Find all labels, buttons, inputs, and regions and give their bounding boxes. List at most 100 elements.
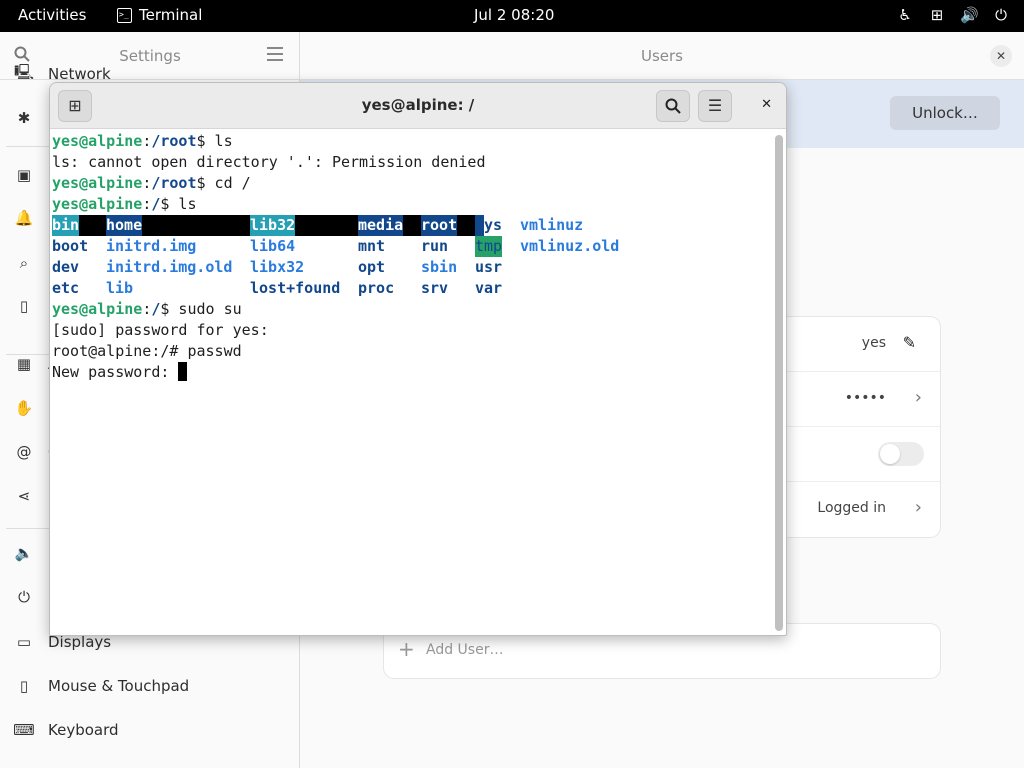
network-icon: 🖳 (13, 62, 34, 81)
terminal-line: yes@alpine:/root$ ls (52, 131, 772, 152)
search-icon (665, 98, 681, 114)
network-icon[interactable]: ⊞ (928, 6, 946, 24)
prompt-command: $ ls (160, 195, 197, 213)
ls-entry: home (106, 215, 143, 236)
text-cursor (178, 362, 188, 381)
power-icon[interactable]: ⏻ (992, 6, 1010, 24)
power-icon: ⏻ (18, 588, 30, 606)
background-icon: ▣ (16, 166, 32, 184)
sidebar-item-label: Keyboard (48, 721, 119, 739)
chevron-right-icon: › (914, 387, 922, 408)
sharing-icon: ⋖ (17, 487, 31, 505)
prompt-separator: : (142, 132, 152, 150)
terminal-line: yes@alpine:/$ ls (52, 194, 772, 215)
ls-entry: tmp (475, 236, 503, 257)
ls-entry: lost+found (250, 279, 341, 297)
ls-output: bin home lib32 media root sys vmlinuz boot initr… (52, 215, 772, 299)
sidebar-item-keyboard[interactable]: ⌨ Keyboard (0, 708, 300, 752)
sidebar-item-mouse-touchpad[interactable]: ▯ Mouse & Touchpad (0, 664, 300, 708)
system-tray[interactable]: ♿ ⊞ 🔊 ⏻ (896, 6, 1010, 24)
terminal-line: root@alpine:/# passwd (52, 342, 242, 360)
scrollbar[interactable] (775, 135, 783, 631)
keyboard-icon: ⌨ (13, 721, 35, 739)
prompt-separator: : (142, 195, 152, 213)
plus-icon: + (398, 637, 415, 661)
volume-icon[interactable]: 🔊 (960, 6, 979, 24)
ls-entry: run (421, 237, 449, 255)
close-icon[interactable]: ✕ (990, 45, 1012, 67)
ls-entry: lib (106, 279, 134, 297)
ls-entry: bin (52, 215, 80, 236)
app-name: Terminal (139, 6, 203, 24)
terminal-line: [sudo] password for yes: (52, 321, 269, 339)
terminal-output[interactable]: yes@alpine:/root$ ls ls: cannot open dire… (52, 130, 772, 634)
app-menu[interactable]: >_ Terminal (117, 6, 202, 24)
prompt-dir: /root (151, 132, 197, 150)
add-user-label: Add User… (426, 642, 504, 658)
prompt-user: yes@alpine (52, 174, 143, 192)
ls-entry: usr (475, 258, 503, 276)
search-icon: ⌕ (19, 254, 29, 272)
prompt-command: $ cd / (196, 174, 251, 192)
prompt-command: $ sudo su (160, 300, 242, 318)
ls-entry: mnt (358, 237, 386, 255)
ls-entry: initrd.img.old (106, 258, 233, 276)
displays-icon: ▭ (16, 633, 32, 651)
ls-entry: proc (358, 279, 395, 297)
main-header: Users ✕ (300, 32, 1024, 80)
notifications-icon: 🔔 (14, 209, 34, 227)
login-status: Logged in (817, 500, 886, 516)
terminal-line: yes@alpine:/root$ cd / (52, 173, 772, 194)
online-accounts-icon: @ (16, 443, 32, 461)
activities-button[interactable]: Activities (18, 6, 86, 24)
ls-entry: srv (421, 279, 449, 297)
terminal-line: yes@alpine:/$ sudo su (52, 299, 772, 320)
prompt-command: $ ls (196, 132, 233, 150)
terminal-line: ls: cannot open directory '.': Permissio… (52, 153, 486, 171)
terminal-window[interactable]: ⊞ yes@alpine: / ☰ ✕ yes@alpine:/root$ ls… (49, 82, 787, 636)
menu-button[interactable]: ☰ (698, 90, 732, 122)
automatic-login-toggle[interactable] (878, 442, 924, 466)
prompt-user: yes@alpine (52, 300, 143, 318)
ls-entry: sbin (421, 258, 458, 276)
unlock-button[interactable]: Unlock… (890, 96, 1000, 130)
ls-entry: libx32 (250, 258, 305, 276)
multitasking-icon: ▯ (19, 297, 29, 315)
sidebar-item-label: Network (48, 65, 111, 83)
ls-entry: media (358, 215, 404, 236)
ls-entry: boot (52, 237, 89, 255)
terminal-titlebar[interactable]: ⊞ yes@alpine: / ☰ ✕ (50, 83, 786, 129)
ls-entry: root (421, 215, 458, 236)
prompt-user: yes@alpine (52, 132, 143, 150)
password-value: ••••• (844, 390, 886, 406)
user-name-value: yes (861, 335, 886, 351)
ls-entry: initrd.img (106, 237, 197, 255)
edit-pencil-icon[interactable]: ✎ (903, 333, 916, 352)
close-icon[interactable]: ✕ (761, 97, 772, 112)
ls-entry: dev (52, 258, 80, 276)
search-button[interactable] (656, 90, 690, 122)
mouse-icon: ▯ (19, 677, 29, 695)
ls-entry: vmlinuz (520, 216, 584, 234)
bluetooth-icon: ✱ (17, 109, 31, 127)
clock[interactable]: Jul 2 08:20 (474, 6, 554, 24)
ls-entry: opt (358, 258, 386, 276)
sound-icon: 🔈 (14, 544, 34, 562)
chevron-right-icon: › (914, 497, 922, 518)
privacy-icon: ✋ (14, 399, 34, 417)
prompt-user: yes@alpine (52, 195, 143, 213)
ls-entry: lib64 (250, 237, 296, 255)
terminal-line: New password: (52, 362, 772, 383)
applications-icon: ▦ (16, 355, 32, 373)
ls-entry: sys (475, 215, 503, 236)
ls-entry: lib32 (250, 215, 296, 236)
sidebar-item-label: Mouse & Touchpad (48, 677, 190, 695)
ls-entry: vmlinuz.old (520, 237, 620, 255)
terminal-icon: >_ (117, 7, 132, 23)
ls-entry: var (475, 279, 503, 297)
main-title: Users (640, 47, 683, 65)
accessibility-icon[interactable]: ♿ (896, 6, 914, 24)
prompt-separator: : (142, 174, 152, 192)
ls-entry: etc (52, 279, 80, 297)
prompt-dir: /root (151, 174, 197, 192)
